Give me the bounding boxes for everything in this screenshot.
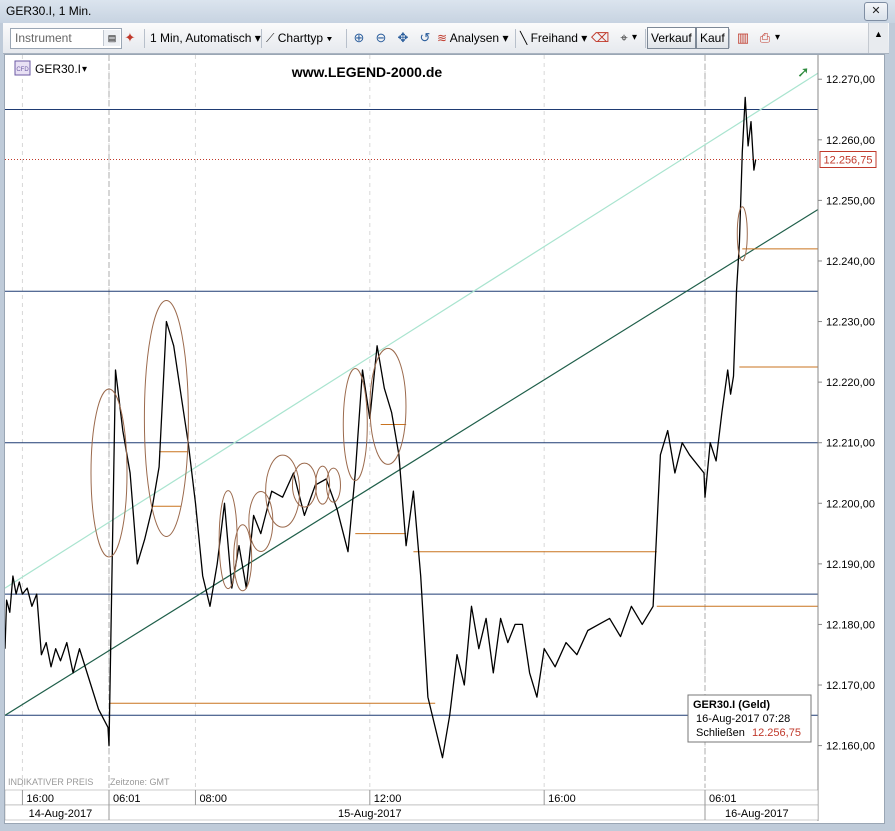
print-dropdown-chevron[interactable]: ▾	[775, 27, 780, 49]
annotation-ellipse[interactable]	[736, 206, 748, 262]
symbol-selector[interactable]: CFD GER30.I ▾	[14, 60, 87, 76]
chevron-down-icon: ▾	[254, 31, 261, 45]
toolbar-separator	[144, 29, 145, 48]
toolbar-separator	[261, 29, 262, 48]
toolbar-separator	[729, 29, 730, 48]
trend-up-icon: ➚	[797, 64, 810, 81]
time-tick-label: 08:00	[199, 793, 227, 805]
price-tick-label: 12.170,00	[826, 680, 875, 692]
instrument-tools-icon[interactable]: ✦	[121, 29, 139, 47]
chart-toolbar: Instrument ▤ ✦ 1 Min, Automatisch ▾ ⟋ Ch…	[3, 23, 889, 54]
crosshair-dropdown-chevron[interactable]: ▾	[632, 27, 637, 49]
chart-settings-icon[interactable]: ▥	[734, 29, 752, 47]
zoom-out-icon[interactable]: ⊖	[372, 29, 390, 47]
time-tick-label: 16:00	[548, 793, 576, 805]
time-tick-label: 06:01	[709, 793, 737, 805]
charttype-label: Charttyp	[277, 31, 324, 45]
price-tooltip: GER30.I (Geld) 16-Aug-2017 07:28 Schließen…	[687, 694, 812, 743]
instrument-search-input[interactable]: Instrument ▤	[10, 28, 122, 49]
toolbar-scrollbar[interactable]: ▲	[868, 23, 888, 53]
session-levels	[109, 248, 818, 704]
price-line[interactable]	[4, 96, 757, 759]
analysen-dropdown[interactable]: ≋ Analysen ▾	[437, 27, 508, 49]
freihand-dropdown[interactable]: ╲ Freihand ▾	[520, 27, 587, 49]
price-tick-label: 12.260,00	[826, 135, 875, 147]
interval-dropdown[interactable]: 1 Min, Automatisch ▾	[150, 27, 261, 49]
sell-button[interactable]: Verkauf	[647, 27, 696, 49]
upper-channel-line[interactable]	[4, 72, 819, 589]
price-tick-label: 12.200,00	[826, 498, 875, 510]
buy-button[interactable]: Kauf	[696, 27, 729, 49]
toolbar-separator	[346, 29, 347, 48]
timezone-label: Zeitzone: GMT	[110, 777, 170, 787]
price-tick-label: 12.190,00	[826, 559, 875, 571]
date-tick-label: 16-Aug-2017	[725, 808, 789, 820]
interval-label: 1 Min, Automatisch	[150, 31, 252, 45]
zoom-in-icon[interactable]: ⊕	[350, 29, 368, 47]
symbol-label: GER30.I	[35, 62, 81, 76]
date-tick-label: 14-Aug-2017	[29, 808, 93, 820]
toolbar-separator	[515, 29, 516, 48]
price-tick-label: 12.270,00	[826, 74, 875, 86]
annotation-ellipse[interactable]	[265, 454, 301, 528]
tooltip-datetime: 16-Aug-2017 07:28	[696, 713, 790, 725]
charttype-dropdown[interactable]: ⟋ Charttyp ▾	[266, 27, 332, 49]
time-tick-label: 12:00	[374, 793, 402, 805]
freihand-label: Freihand	[530, 31, 578, 45]
price-tick-label: 12.240,00	[826, 256, 875, 268]
tooltip-title: GER30.I (Geld)	[693, 699, 770, 711]
window-close-button[interactable]: ✕	[864, 2, 888, 21]
line-chart-icon: ⟋	[266, 31, 275, 45]
price-tick-label: 12.210,00	[826, 438, 875, 450]
annotation-ellipse[interactable]	[342, 368, 368, 482]
chevron-up-icon: ▲	[874, 29, 883, 39]
date-axis-row	[4, 804, 819, 821]
time-tick-label: 06:01	[113, 793, 141, 805]
undo-icon[interactable]: ↺	[416, 29, 434, 47]
price-tick-label: 12.230,00	[826, 317, 875, 329]
indicator-icon: ≋	[437, 31, 448, 45]
toolbar-separator	[645, 29, 646, 48]
horizontal-levels	[5, 109, 818, 716]
window-title: GER30.I, 1 Min.	[6, 4, 92, 18]
price-chart[interactable]: 12.256,75 12.160,00 12.170,00 12.180,00 12.1…	[4, 55, 884, 823]
chevron-down-icon: ▾	[581, 31, 588, 45]
window-titlebar: GER30.I, 1 Min. ✕	[0, 0, 895, 23]
annotation-ellipse[interactable]	[315, 465, 331, 505]
price-tick-label: 12.250,00	[826, 195, 875, 207]
chevron-down-icon: ▾	[502, 31, 509, 45]
price-tick-label: 12.160,00	[826, 741, 875, 753]
annotation-ellipses	[90, 206, 748, 592]
draw-line-icon: ╲	[520, 31, 528, 45]
tooltip-close-value: 12.256,75	[752, 727, 801, 739]
indicative-price-label: INDIKATIVER PREIS	[8, 777, 93, 787]
annotation-ellipse[interactable]	[143, 299, 189, 537]
eraser-icon[interactable]: ⌫	[591, 29, 609, 47]
watermark-text: www.LEGEND-2000.de	[291, 64, 443, 80]
cfd-icon-text: CFD	[16, 67, 29, 73]
chevron-down-icon: ▾	[326, 31, 333, 45]
tooltip-close-label: Schließen	[696, 727, 745, 739]
date-tick-label: 15-Aug-2017	[338, 808, 402, 820]
pan-icon[interactable]: ✥	[394, 29, 412, 47]
last-price-label: 12.256,75	[824, 154, 873, 166]
chevron-down-icon: ▾	[82, 64, 87, 75]
annotation-ellipse[interactable]	[369, 347, 407, 465]
price-tick-label: 12.220,00	[826, 377, 875, 389]
instrument-list-icon[interactable]: ▤	[103, 30, 120, 46]
price-tick-label: 12.180,00	[826, 619, 875, 631]
time-tick-label: 16:00	[26, 793, 54, 805]
grid-layer	[21, 55, 706, 788]
crosshair-icon[interactable]: ⌖	[615, 29, 633, 47]
instrument-placeholder: Instrument	[15, 31, 72, 45]
print-icon[interactable]: ⎙	[756, 29, 774, 47]
chart-panel: 12.256,75 12.160,00 12.170,00 12.180,00 12.1…	[4, 54, 885, 824]
analysen-label: Analysen	[449, 31, 500, 45]
